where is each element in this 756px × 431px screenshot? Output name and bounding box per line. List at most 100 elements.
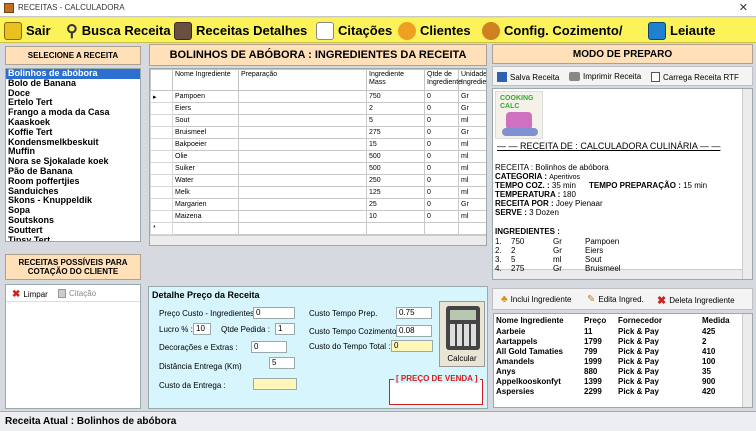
- menu-config-cozimento[interactable]: Config. Cozimento/: [482, 20, 622, 41]
- new-ingredient-row[interactable]: *: [150, 222, 486, 235]
- print-recipe-button[interactable]: Imprimir Receita: [569, 72, 641, 81]
- ingredient-cell[interactable]: Gr: [458, 90, 486, 103]
- ingredient-cell[interactable]: 10: [366, 210, 425, 223]
- ingredient-cell[interactable]: Melk: [172, 186, 239, 199]
- ingredient-cell[interactable]: 750: [366, 90, 425, 103]
- supplier-cell[interactable]: Pick & Pay: [616, 336, 700, 346]
- col-preparation[interactable]: Preparação: [238, 69, 367, 91]
- supplier-row[interactable]: Aartappels 1799 Pick & Pay 2: [494, 336, 752, 346]
- ingredient-cell[interactable]: [238, 162, 367, 175]
- ingredient-cell[interactable]: Gr: [458, 102, 486, 115]
- ingredient-cell[interactable]: Eiers: [172, 102, 239, 115]
- ingredient-cell[interactable]: [238, 150, 367, 163]
- col-mass[interactable]: Ingrediente Mass: [366, 69, 425, 91]
- ingredient-cell[interactable]: Gr: [458, 198, 486, 211]
- ingredient-row[interactable]: Eiers 2 0 Gr: [150, 102, 486, 115]
- ingredient-cell[interactable]: 0: [424, 102, 459, 115]
- ingredient-cell[interactable]: ml: [458, 174, 486, 187]
- ingredient-row[interactable]: Water 250 0 ml: [150, 174, 486, 187]
- ingredient-cell[interactable]: [238, 114, 367, 127]
- ingredient-cell[interactable]: 0: [424, 198, 459, 211]
- row-header[interactable]: [150, 150, 173, 163]
- menu-clientes[interactable]: Clientes: [398, 20, 471, 41]
- col-sup-name[interactable]: Nome Ingrediente: [494, 314, 582, 326]
- menu-sair[interactable]: Sair: [4, 20, 51, 41]
- ingredient-cell[interactable]: Sout: [172, 114, 239, 127]
- ingredient-cell[interactable]: [238, 186, 367, 199]
- supplier-row[interactable]: All Gold Tamaties 799 Pick & Pay 410: [494, 346, 752, 356]
- supplier-cell[interactable]: Anys: [494, 366, 582, 376]
- ingredient-row[interactable]: Suiker 500 0 ml: [150, 162, 486, 175]
- supplier-cell[interactable]: 1799: [582, 336, 616, 346]
- ingredient-cell[interactable]: ml: [458, 138, 486, 151]
- ingredient-cell[interactable]: Olie: [172, 150, 239, 163]
- supplier-cell[interactable]: 799: [582, 346, 616, 356]
- ingredient-cell[interactable]: [366, 222, 425, 235]
- row-header[interactable]: [150, 114, 173, 127]
- supplier-cell[interactable]: Appelkooskonfyt: [494, 376, 582, 386]
- row-header[interactable]: [150, 186, 173, 199]
- new-row-marker[interactable]: *: [150, 222, 173, 235]
- ingredient-cell[interactable]: [238, 222, 367, 235]
- supplier-cell[interactable]: Aspersies: [494, 386, 582, 396]
- ingredient-cell[interactable]: ml: [458, 150, 486, 163]
- supplier-cell[interactable]: Pick & Pay: [616, 356, 700, 366]
- col-sup-price[interactable]: Preço: [582, 314, 616, 326]
- ingredient-cell[interactable]: Gr: [458, 126, 486, 139]
- menu-busca-receita[interactable]: ⚲ Busca Receita: [66, 20, 171, 41]
- menu-citacoes[interactable]: Citações: [316, 20, 392, 41]
- ingredient-cell[interactable]: 0: [424, 114, 459, 127]
- ingredient-cell[interactable]: [238, 210, 367, 223]
- ingredient-cell[interactable]: ml: [458, 210, 486, 223]
- ingredient-cell[interactable]: Margarien: [172, 198, 239, 211]
- col-sup-vendor[interactable]: Fornecedor: [616, 314, 700, 326]
- supplier-scrollbar[interactable]: [742, 314, 752, 407]
- recipe-list[interactable]: Bolinhos de abóbora Bolo de Banana Doce Ert…: [5, 68, 141, 242]
- supplier-cell[interactable]: 1399: [582, 376, 616, 386]
- supplier-cell[interactable]: Amandels: [494, 356, 582, 366]
- ingredient-cell[interactable]: [424, 222, 459, 235]
- ingredient-cell[interactable]: Bruismeel: [172, 126, 239, 139]
- supplier-cell[interactable]: Aartappels: [494, 336, 582, 346]
- ingredient-cell[interactable]: 0: [424, 126, 459, 139]
- ingredient-cell[interactable]: 5: [366, 114, 425, 127]
- recipe-list-item[interactable]: Tipsy Tert: [6, 235, 140, 241]
- ingredient-row[interactable]: Maizena 10 0 ml: [150, 210, 486, 223]
- grid-horizontal-scrollbar[interactable]: [150, 235, 486, 245]
- ingredient-cell[interactable]: 125: [366, 186, 425, 199]
- supplier-row[interactable]: Aspersies 2299 Pick & Pay 420: [494, 386, 752, 396]
- close-window-icon[interactable]: ✕: [739, 1, 748, 14]
- ingredient-cell[interactable]: 0: [424, 186, 459, 199]
- row-header[interactable]: [150, 126, 173, 139]
- ingredient-cell[interactable]: Bakpoeier: [172, 138, 239, 151]
- supplier-row[interactable]: Amandels 1999 Pick & Pay 100: [494, 356, 752, 366]
- ingredient-cell[interactable]: 0: [424, 138, 459, 151]
- ingredient-cell[interactable]: ml: [458, 162, 486, 175]
- supplier-cell[interactable]: All Gold Tamaties: [494, 346, 582, 356]
- supplier-cell[interactable]: Pick & Pay: [616, 376, 700, 386]
- col-ingredient-name[interactable]: Nome Ingrediente: [172, 69, 239, 91]
- clear-button[interactable]: ✖ Limpar: [12, 289, 48, 300]
- row-header[interactable]: [150, 138, 173, 151]
- ingredient-cell[interactable]: [458, 222, 486, 235]
- ingredient-cell[interactable]: ml: [458, 114, 486, 127]
- row-header[interactable]: [150, 174, 173, 187]
- recipe-text[interactable]: COOKING CALC — — RECEITA DE : CALCULADOR…: [492, 88, 753, 280]
- ingredient-cell[interactable]: [172, 222, 239, 235]
- supplier-cell[interactable]: Aarbeie: [494, 326, 582, 336]
- ingredient-cell[interactable]: 2: [366, 102, 425, 115]
- ingredient-cell[interactable]: 275: [366, 126, 425, 139]
- row-header[interactable]: [150, 198, 173, 211]
- ingredient-cell[interactable]: 25: [366, 198, 425, 211]
- ingredient-cell[interactable]: 500: [366, 162, 425, 175]
- ingredient-cell[interactable]: [238, 102, 367, 115]
- ingredient-cell[interactable]: 0: [424, 90, 459, 103]
- ingredient-cell[interactable]: [238, 90, 367, 103]
- ingredient-cell[interactable]: [238, 138, 367, 151]
- row-header[interactable]: ▸: [150, 90, 173, 103]
- menu-leiaute[interactable]: Leiaute: [648, 20, 716, 41]
- decor-input[interactable]: 0: [251, 341, 287, 353]
- ingredient-cell[interactable]: [238, 126, 367, 139]
- row-header[interactable]: [150, 102, 173, 115]
- ingredient-row[interactable]: Sout 5 0 ml: [150, 114, 486, 127]
